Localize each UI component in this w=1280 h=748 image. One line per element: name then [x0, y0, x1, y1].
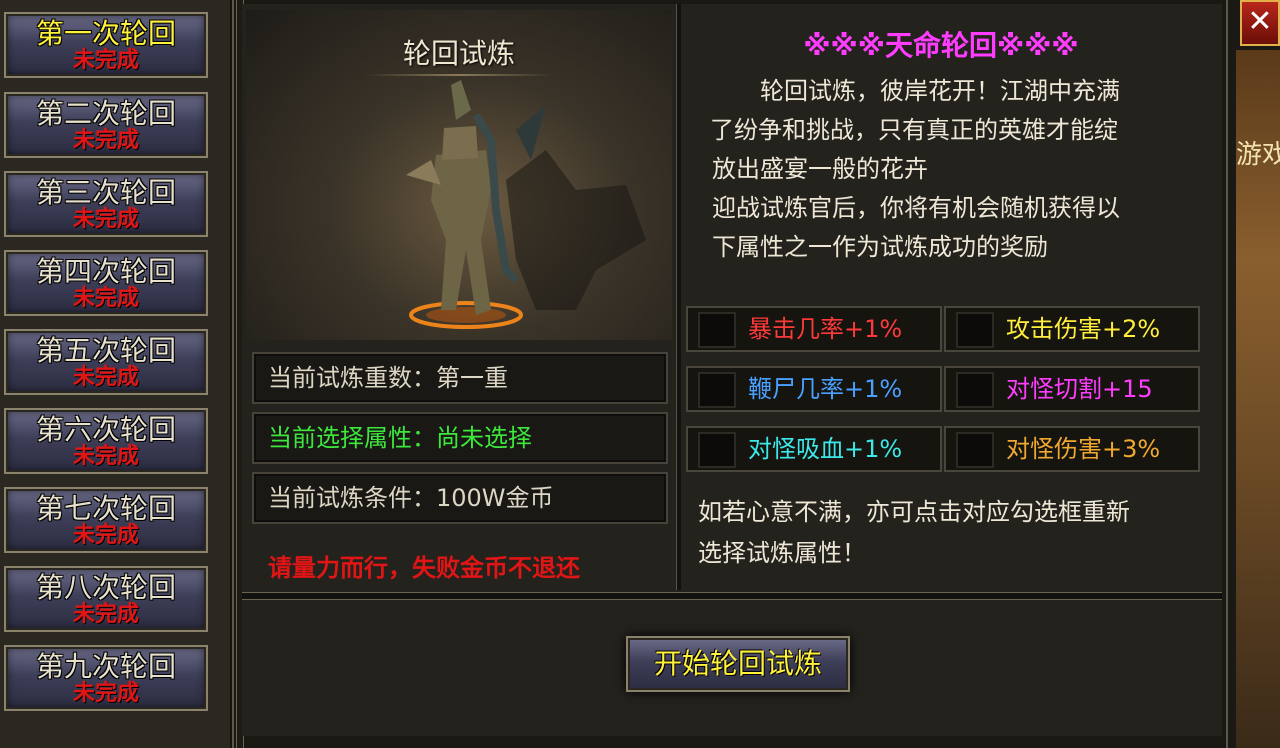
cycle-title: 第二次轮回	[35, 97, 176, 130]
monster-figure-icon	[406, 80, 646, 329]
cycle-button-4[interactable]: 第四次轮回 未完成	[4, 250, 208, 316]
cycle-button-7[interactable]: 第七次轮回 未完成	[4, 487, 208, 553]
section-title: ※※※天命轮回※※※	[803, 29, 1079, 62]
description-line: 迎战试炼官后，你将有机会随机获得以	[712, 194, 1120, 222]
attribute-label: 对怪伤害+3%	[1006, 435, 1161, 463]
reselect-note: 如若心意不满，亦可点击对应勾选框重新 选择试炼属性！	[698, 492, 1198, 574]
cycle-button-9[interactable]: 第九次轮回 未完成	[4, 645, 208, 711]
cycle-list: 第一次轮回 未完成 第二次轮回 未完成 第三次轮回 未完成 第四次轮回 未完成 …	[0, 0, 234, 748]
description-line: 放出盛宴一般的花卉	[712, 155, 928, 183]
description-line: 轮回试炼，彼岸花开！江湖中充满	[712, 77, 1120, 105]
attribute-checkbox[interactable]	[956, 432, 994, 468]
cycle-title: 第四次轮回	[35, 255, 176, 288]
attribute-label: 对怪切割+15	[1006, 375, 1153, 403]
cycle-status: 未完成	[72, 681, 139, 706]
cycle-title: 第六次轮回	[35, 413, 176, 446]
attribute-option: 暴击几率+1%	[686, 306, 942, 352]
attribute-option: 对怪伤害+3%	[944, 426, 1200, 472]
cycle-status: 未完成	[72, 523, 139, 548]
side-text: 游戏	[1236, 140, 1280, 170]
attribute-option: 对怪吸血+1%	[686, 426, 942, 472]
attribute-label: 鞭尸几率+1%	[748, 375, 903, 403]
cycle-button-5[interactable]: 第五次轮回 未完成	[4, 329, 208, 395]
note-line: 选择试炼属性！	[698, 539, 866, 567]
cycle-title: 第八次轮回	[35, 571, 176, 604]
note-line: 如若心意不满，亦可点击对应勾选框重新	[698, 498, 1130, 526]
cycle-title: 第七次轮回	[35, 492, 176, 525]
attribute-checkbox[interactable]	[698, 372, 736, 408]
trial-description: 轮回试炼，彼岸花开！江湖中充满 了纷争和挑战，只有真正的英雄才能绽 放出盛宴一般…	[710, 72, 1192, 267]
monster-portrait: 轮回试炼	[246, 10, 672, 340]
cycle-status: 未完成	[72, 207, 139, 232]
divider	[242, 592, 1222, 600]
attribute-label: 对怪吸血+1%	[748, 435, 903, 463]
attribute-option: 鞭尸几率+1%	[686, 366, 942, 412]
cycle-status: 未完成	[72, 602, 139, 627]
attribute-option: 对怪切割+15	[944, 366, 1200, 412]
cycle-title: 第一次轮回	[35, 17, 176, 50]
cycle-button-1[interactable]: 第一次轮回 未完成	[4, 12, 208, 78]
attribute-checkbox[interactable]	[956, 372, 994, 408]
cycle-title: 第九次轮回	[35, 650, 176, 683]
attribute-label: 暴击几率+1%	[748, 315, 903, 343]
attribute-checkbox[interactable]	[698, 312, 736, 348]
cycle-status: 未完成	[72, 286, 139, 311]
cycle-status: 未完成	[72, 365, 139, 390]
start-trial-button[interactable]: 开始轮回试炼	[626, 636, 850, 692]
trial-condition-info: 当前试炼条件：100W金币	[252, 472, 668, 524]
divider	[676, 4, 681, 590]
cycle-status: 未完成	[72, 128, 139, 153]
warning-text: 请量力而行，失败金币不退还	[268, 554, 580, 582]
background-art: 游戏	[1236, 50, 1280, 748]
close-icon[interactable]: ✕	[1240, 0, 1280, 46]
selected-attribute-info: 当前选择属性：尚未选择	[252, 412, 668, 464]
trial-level-info: 当前试炼重数：第一重	[252, 352, 668, 404]
attribute-label: 攻击伤害+2%	[1006, 315, 1161, 343]
cycle-button-2[interactable]: 第二次轮回 未完成	[4, 92, 208, 158]
cycle-title: 第五次轮回	[35, 334, 176, 367]
description-line: 了纷争和挑战，只有真正的英雄才能绽	[710, 116, 1118, 144]
attribute-checkbox[interactable]	[956, 312, 994, 348]
attribute-checkbox[interactable]	[698, 432, 736, 468]
cycle-title: 第三次轮回	[35, 176, 176, 209]
cycle-button-6[interactable]: 第六次轮回 未完成	[4, 408, 208, 474]
cycle-button-8[interactable]: 第八次轮回 未完成	[4, 566, 208, 632]
cycle-button-3[interactable]: 第三次轮回 未完成	[4, 171, 208, 237]
cycle-status: 未完成	[72, 444, 139, 469]
description-line: 下属性之一作为试炼成功的奖励	[712, 233, 1048, 261]
cycle-status: 未完成	[72, 48, 139, 73]
attribute-option: 攻击伤害+2%	[944, 306, 1200, 352]
